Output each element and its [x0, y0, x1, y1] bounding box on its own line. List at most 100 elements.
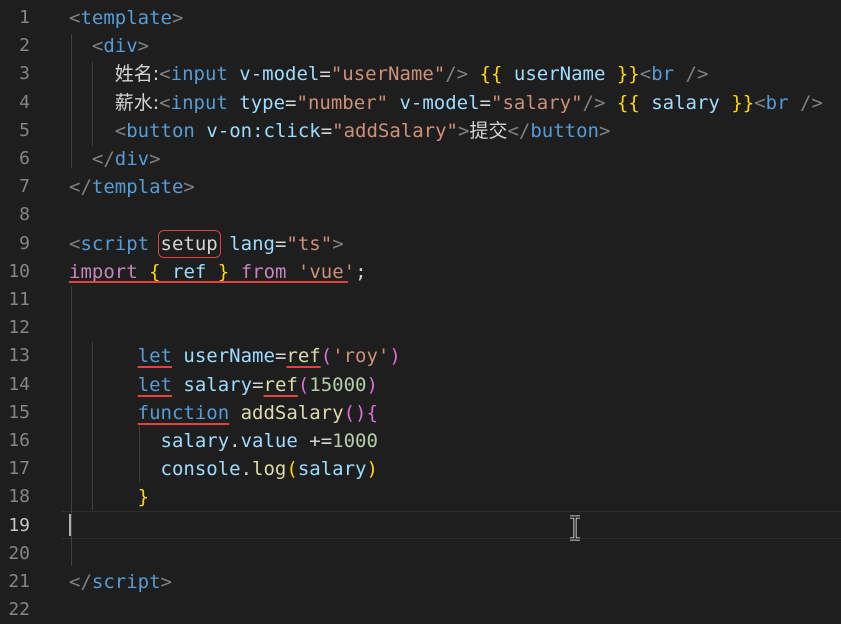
- line-number: 5: [19, 119, 30, 141]
- line-code[interactable]: <div>: [69, 32, 149, 60]
- line-code[interactable]: <template>: [69, 4, 183, 32]
- code-token: lang: [229, 232, 275, 255]
- code-line[interactable]: 6 </div>: [0, 145, 841, 173]
- code-token: />: [799, 91, 823, 114]
- code-token: 15000: [309, 373, 367, 396]
- line-number: 10: [8, 260, 30, 282]
- code-token: userName: [513, 63, 606, 86]
- code-token: "userName": [330, 63, 446, 86]
- code-token: br: [651, 63, 675, 86]
- code-token: 姓名:: [114, 63, 160, 86]
- code-token: script: [80, 232, 150, 255]
- code-line[interactable]: 20: [0, 540, 841, 568]
- code-token: function: [137, 401, 230, 424]
- code-token: >: [332, 232, 344, 255]
- line-code[interactable]: </div>: [69, 145, 161, 173]
- code-token: log: [252, 458, 287, 481]
- line-code[interactable]: <script setup lang="ts">: [69, 229, 344, 258]
- code-token: salary: [160, 430, 230, 452]
- text-cursor: [69, 514, 71, 536]
- code-line[interactable]: 12: [0, 314, 841, 342]
- code-editor[interactable]: 1 <template> 2 <div> 3 姓名:<input v-model="u…: [0, 0, 841, 624]
- code-token: =: [319, 63, 331, 86]
- code-line[interactable]: 8: [0, 201, 841, 229]
- line-code[interactable]: salary.value +=1000: [69, 427, 378, 455]
- code-line[interactable]: 22: [0, 596, 841, 624]
- code-line[interactable]: 21 </script>: [0, 568, 841, 596]
- line-code[interactable]: <button v-on:click="addSalary">提交</butto…: [69, 117, 611, 145]
- line-code[interactable]: console.log(salary): [69, 455, 378, 483]
- code-line[interactable]: 3 姓名:<input v-model="userName"/> {{ user…: [0, 60, 841, 88]
- code-line[interactable]: 19: [0, 512, 841, 540]
- code-token: input: [170, 63, 228, 86]
- code-token: {{: [479, 63, 503, 86]
- code-token: >: [137, 35, 150, 58]
- code-token: {: [149, 260, 161, 283]
- code-token: }}: [731, 91, 755, 114]
- code-token: <: [69, 7, 81, 29]
- code-line[interactable]: 2 <div>: [0, 32, 841, 60]
- code-line[interactable]: 11: [0, 286, 841, 314]
- code-token: console: [160, 458, 241, 481]
- code-token: >: [458, 119, 470, 142]
- line-code[interactable]: 姓名:<input v-model="userName"/> {{ userNa…: [69, 60, 709, 88]
- code-token: "number": [296, 91, 389, 114]
- line-number: 17: [8, 458, 30, 480]
- line-number: 6: [19, 148, 30, 169]
- line-number: 7: [19, 176, 30, 198]
- code-token: >: [599, 119, 611, 142]
- code-token: <: [639, 63, 652, 86]
- code-line[interactable]: 5 <button v-on:click="addSalary">提交</but…: [0, 117, 841, 145]
- code-token: </: [507, 119, 531, 142]
- code-token: from: [240, 260, 287, 283]
- line-code[interactable]: 薪水:<input type="number" v-model="salary"…: [69, 89, 823, 117]
- line-code[interactable]: function addSalary(){: [69, 399, 378, 427]
- code-token: >: [149, 148, 161, 170]
- code-line[interactable]: 7 </template>: [0, 173, 841, 201]
- code-token: "addSalary": [332, 119, 458, 142]
- code-line[interactable]: 15 function addSalary(){: [0, 399, 841, 427]
- code-line[interactable]: 16 salary.value +=1000: [0, 427, 841, 455]
- code-token: addSalary: [240, 401, 344, 424]
- code-token: value: [240, 430, 298, 452]
- code-token: let: [137, 373, 172, 396]
- code-token: 'roy': [332, 345, 390, 368]
- code-token: <: [159, 91, 171, 114]
- line-number: 3: [19, 63, 30, 85]
- line-code[interactable]: let userName=ref('roy'): [69, 342, 401, 370]
- line-code[interactable]: </template>: [69, 173, 195, 201]
- code-line[interactable]: 14 let salary=ref(15000): [0, 371, 841, 399]
- code-token: template: [80, 7, 172, 29]
- code-token: +=: [297, 430, 333, 452]
- code-token: ;: [355, 260, 367, 283]
- ibeam-cursor-icon: [570, 515, 580, 541]
- line-code[interactable]: let salary=ref(15000): [69, 371, 378, 399]
- code-token: ref: [172, 260, 207, 283]
- code-line[interactable]: 18 }: [0, 483, 841, 511]
- line-code[interactable]: </script>: [69, 568, 172, 596]
- line-code[interactable]: }: [69, 483, 149, 511]
- code-token: salary: [297, 458, 367, 481]
- code-token: userName: [183, 345, 275, 368]
- code-line[interactable]: 9 <script setup lang="ts">: [0, 229, 841, 258]
- code-line[interactable]: 13 let userName=ref('roy'): [0, 342, 841, 370]
- code-line[interactable]: 17 console.log(salary): [0, 455, 841, 483]
- code-token: div: [103, 35, 138, 58]
- code-token: setup: [157, 229, 221, 258]
- code-line[interactable]: 1 <template>: [0, 4, 841, 32]
- code-line[interactable]: 4 薪水:<input type="number" v-model="salar…: [0, 89, 841, 117]
- line-number: 20: [8, 542, 30, 564]
